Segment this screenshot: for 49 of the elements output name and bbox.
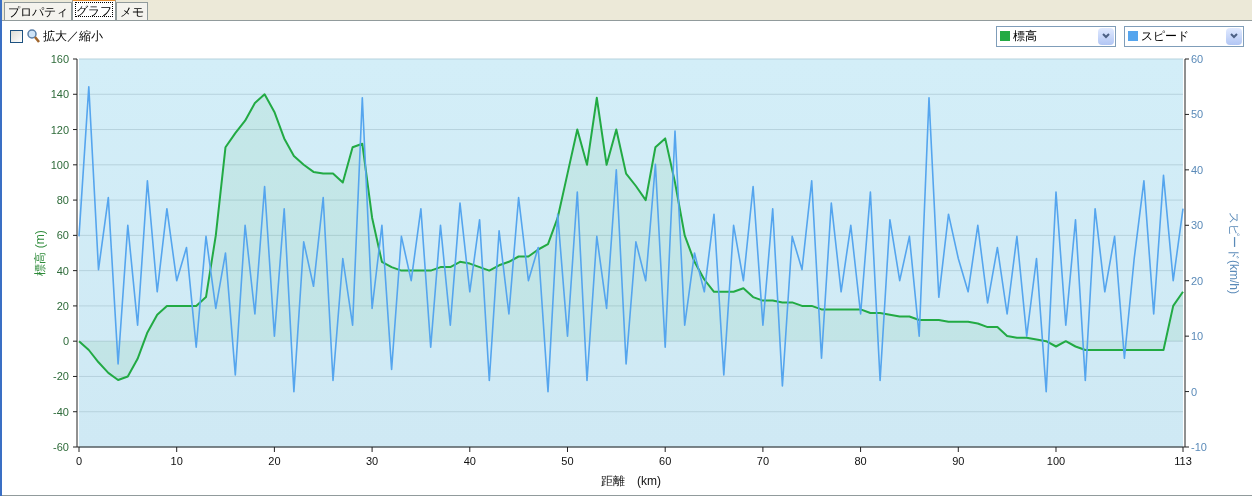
zoom-label: 拡大／縮小 [43,28,103,45]
dropdown-value: 標高 [1013,28,1038,45]
y-tick-label: 60 [56,229,69,242]
y-tick-label: 140 [50,88,69,101]
x-tick-label: 10 [170,455,183,467]
y-tick-label: -60 [53,441,69,453]
series-dropdown[interactable]: 標高 [996,25,1116,47]
x-tick-label: 90 [952,455,965,467]
tab[interactable]: メモ [116,2,148,20]
y2-tick-label: 0 [1191,385,1198,398]
y-tick-label: 120 [50,123,69,136]
y-tick-label: 160 [50,53,69,65]
dropdown-value: スピード [1141,28,1190,45]
y2-tick-label: 20 [1191,274,1204,287]
legend-swatch [1000,31,1010,41]
x-tick-label: 60 [659,455,672,467]
y-axis-title: 標高 (m) [33,230,47,276]
x-axis-title: 距離 (km) [601,474,661,488]
y-tick-label: -20 [53,370,69,383]
y-tick-label: 0 [62,335,69,348]
legend-swatch [1128,31,1138,41]
y2-axis-title: スピード(km/h) [1227,212,1241,294]
y2-tick-label: 30 [1191,219,1204,232]
x-tick-label: 40 [463,455,476,467]
x-tick-label: 0 [75,455,83,467]
y-tick-label: 100 [50,158,69,171]
x-tick-label: 113 [1174,455,1192,467]
y2-tick-label: 10 [1191,330,1204,343]
x-tick-label: 80 [854,455,867,467]
zoom-checkbox[interactable] [10,29,23,43]
x-tick-label: 100 [1046,455,1066,467]
search-icon [27,29,40,43]
x-tick-label: 20 [268,455,281,467]
caret-icon [1226,27,1242,45]
y-tick-label: 40 [56,264,69,277]
x-tick-label: 50 [561,455,574,467]
y2-tick-label: 50 [1191,108,1204,121]
y2-tick-label: -10 [1191,441,1207,453]
y-tick-label: 20 [56,299,69,312]
tab[interactable]: グラフ [72,0,116,20]
y2-tick-label: 60 [1191,53,1204,65]
caret-icon [1098,27,1114,45]
y-tick-label: -40 [53,405,69,418]
x-tick-label: 30 [365,455,379,467]
series-dropdown[interactable]: スピード [1124,25,1244,47]
x-tick-label: 70 [756,455,769,467]
y-tick-label: 80 [56,194,69,207]
y2-tick-label: 40 [1191,163,1204,176]
tab[interactable]: プロパティ [4,2,72,20]
